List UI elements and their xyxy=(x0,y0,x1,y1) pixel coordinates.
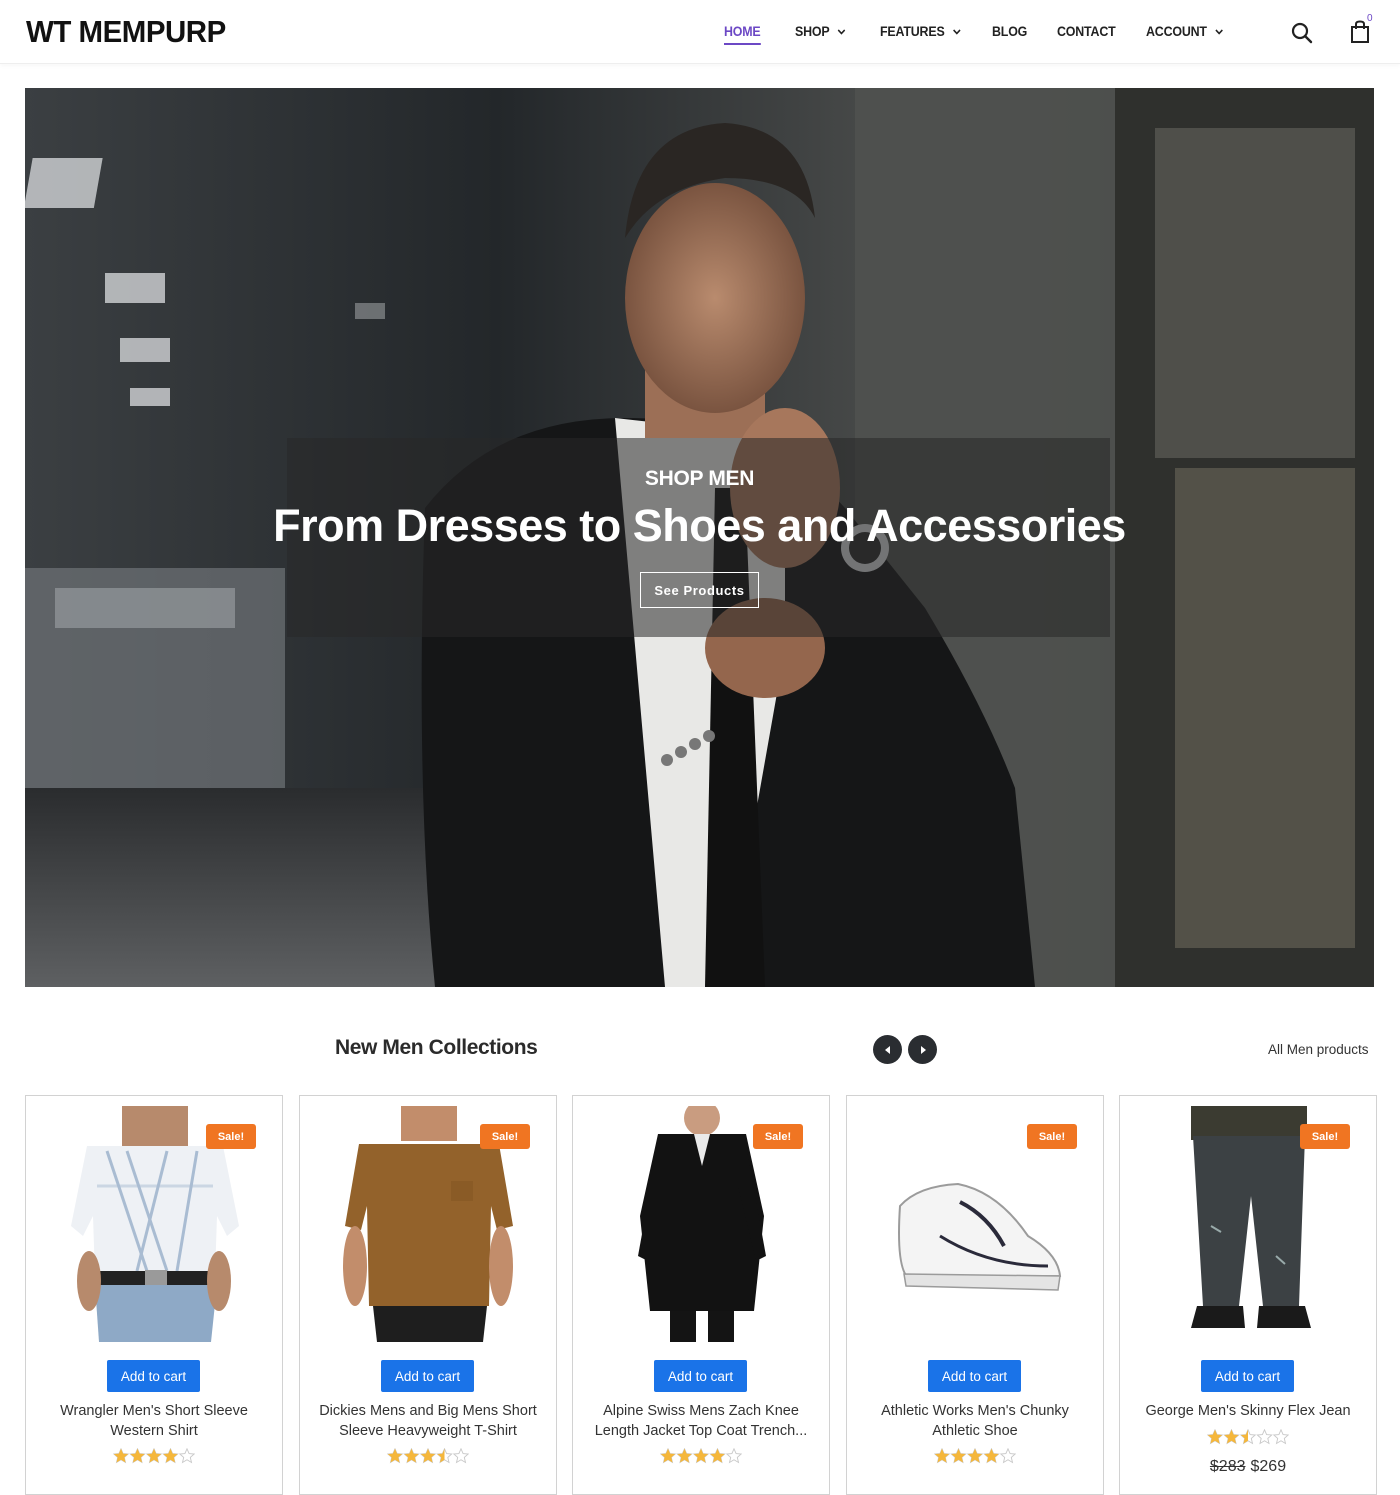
nav-label: HOME xyxy=(724,24,761,39)
chevron-down-icon xyxy=(1215,29,1223,36)
cart-count-badge: 0 xyxy=(1367,13,1373,24)
nav-item-contact[interactable]: CONTACT xyxy=(1057,24,1116,39)
nav-label: CONTACT xyxy=(1057,24,1116,39)
star-icon xyxy=(1272,1428,1290,1445)
star-icon xyxy=(709,1447,726,1464)
chevron-down-icon xyxy=(838,29,846,36)
star-icon xyxy=(419,1447,437,1464)
product-title[interactable]: Dickies Mens and Big Mens Short Sleeve H… xyxy=(310,1402,546,1442)
star-icon xyxy=(403,1447,420,1464)
nav-label: SHOP xyxy=(795,24,830,39)
add-to-cart-button[interactable]: Add to cart xyxy=(381,1360,474,1392)
site-logo[interactable]: WT MEMPURP xyxy=(26,14,226,50)
sale-badge: Sale! xyxy=(480,1124,530,1149)
sale-badge: Sale! xyxy=(1300,1124,1350,1149)
product-title[interactable]: Wrangler Men's Short Sleeve Western Shir… xyxy=(36,1402,272,1442)
search-icon xyxy=(1291,22,1313,44)
star-icon xyxy=(725,1447,743,1464)
star-icon xyxy=(676,1447,693,1464)
star-icon xyxy=(933,1447,951,1464)
sale-badge: Sale! xyxy=(206,1124,256,1149)
product-card[interactable]: Sale! Add to cart George Men's Skinny Fl… xyxy=(1119,1095,1377,1495)
star-icon xyxy=(129,1447,146,1464)
product-card[interactable]: Sale! Add to cart Wrangler Men's Short S… xyxy=(25,1095,283,1495)
rating-stars xyxy=(847,1447,1103,1468)
add-to-cart-button[interactable]: Add to cart xyxy=(1201,1360,1294,1392)
rating-stars xyxy=(26,1447,282,1468)
original-price: $283 xyxy=(1209,1458,1246,1475)
product-card[interactable]: Sale! Add to cart Alpine Swiss Mens Zach… xyxy=(572,1095,830,1495)
rating-stars xyxy=(300,1447,556,1468)
search-button[interactable] xyxy=(1290,21,1314,49)
sale-price: $269 xyxy=(1250,1458,1287,1475)
star-icon xyxy=(999,1447,1017,1464)
star-icon xyxy=(178,1447,196,1464)
sale-badge: Sale! xyxy=(753,1124,803,1149)
add-to-cart-button[interactable]: Add to cart xyxy=(107,1360,200,1392)
star-icon xyxy=(1239,1428,1257,1445)
carousel-next-button[interactable] xyxy=(908,1035,937,1064)
product-title[interactable]: Athletic Works Men's Chunky Athletic Sho… xyxy=(857,1402,1093,1442)
hero-eyebrow: SHOP MEN xyxy=(644,467,755,490)
rating-stars xyxy=(1120,1428,1376,1449)
star-icon xyxy=(162,1447,179,1464)
chevron-right-icon xyxy=(920,1045,926,1054)
nav-item-blog[interactable]: BLOG xyxy=(992,24,1027,39)
nav-label: FEATURES xyxy=(880,24,945,39)
product-card[interactable]: Sale! Add to cart Dickies Mens and Big M… xyxy=(299,1095,557,1495)
star-icon xyxy=(145,1447,163,1464)
carousel-prev-button[interactable] xyxy=(873,1035,902,1064)
all-men-products-link[interactable]: All Men products xyxy=(1268,1042,1369,1057)
nav-item-home[interactable]: HOME xyxy=(724,24,761,45)
star-icon xyxy=(112,1447,130,1464)
star-icon xyxy=(659,1447,677,1464)
sale-badge: Sale! xyxy=(1027,1124,1077,1149)
star-icon xyxy=(452,1447,470,1464)
see-products-button[interactable]: See Products xyxy=(640,572,759,608)
star-icon xyxy=(386,1447,404,1464)
product-price: $283 $269 xyxy=(1120,1458,1376,1476)
site-header: WT MEMPURP HOME SHOP FEATURES BLOG CONTA… xyxy=(0,0,1400,64)
rating-stars xyxy=(573,1447,829,1468)
nav-label: ACCOUNT xyxy=(1146,24,1207,39)
chevron-left-icon xyxy=(884,1045,890,1054)
star-icon xyxy=(1256,1428,1273,1445)
hero-title: From Dresses to Shoes and Accessories xyxy=(273,500,1126,551)
star-icon xyxy=(1223,1428,1240,1445)
nav-item-account[interactable]: ACCOUNT xyxy=(1146,24,1223,39)
star-icon xyxy=(692,1447,710,1464)
star-icon xyxy=(950,1447,967,1464)
star-icon xyxy=(1206,1428,1224,1445)
nav-item-features[interactable]: FEATURES xyxy=(880,24,961,39)
nav-item-shop[interactable]: SHOP xyxy=(795,24,846,39)
nav-label: BLOG xyxy=(992,24,1028,39)
star-icon xyxy=(436,1447,453,1464)
star-icon xyxy=(983,1447,1000,1464)
product-title[interactable]: Alpine Swiss Mens Zach Knee Length Jacke… xyxy=(583,1402,819,1442)
star-icon xyxy=(966,1447,984,1464)
hero-banner: SHOP MEN From Dresses to Shoes and Acces… xyxy=(25,88,1374,987)
cart-button[interactable] xyxy=(1350,20,1370,48)
add-to-cart-button[interactable]: Add to cart xyxy=(654,1360,747,1392)
section-title: New Men Collections xyxy=(335,1036,538,1059)
chevron-down-icon xyxy=(953,29,961,36)
add-to-cart-button[interactable]: Add to cart xyxy=(928,1360,1021,1392)
product-card[interactable]: Sale! Add to cart Athletic Works Men's C… xyxy=(846,1095,1104,1495)
